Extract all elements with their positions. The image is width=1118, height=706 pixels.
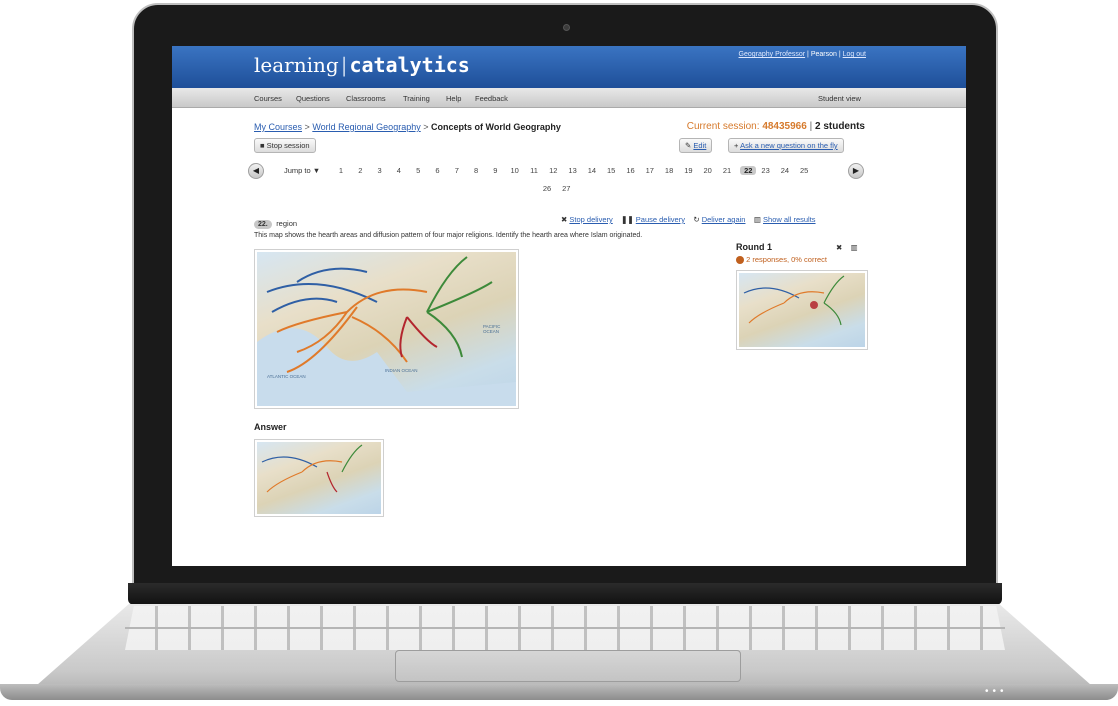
map-label-atlantic: ATLANTIC OCEAN [267,374,306,379]
page-number-3[interactable]: 3 [374,166,386,175]
world-religions-map[interactable]: ATLANTIC OCEAN INDIAN OCEAN PACIFIC OCEA… [257,252,516,406]
page-number-6[interactable]: 6 [432,166,444,175]
question-pager: 1 2 3 4 5 6 7 8 9 10 11 12 13 14 15 16 17 18 19 20 21 22 23 24 2… [172,46,966,206]
answer-map-image [257,442,381,514]
webcam [563,24,570,31]
bar-chart-icon[interactable]: ▥ [851,243,858,252]
page-number-2[interactable]: 2 [354,166,366,175]
route-green [823,302,842,326]
answer-heading: Answer [254,422,287,432]
page-number-7[interactable]: 7 [451,166,463,175]
round-responses-label: 2 responses, 0% correct [746,255,827,264]
laptop-hinge [128,583,1002,605]
route-red [406,316,438,348]
page-number-27[interactable]: 27 [560,184,572,193]
page-number-23[interactable]: 23 [760,166,772,175]
pause-delivery-link[interactable]: Pause delivery [636,215,685,224]
stop-delivery-link[interactable]: Stop delivery [569,215,612,224]
route-orange [748,302,785,324]
route-blue [296,267,368,283]
route-green [823,275,845,304]
route-blue [271,297,338,313]
laptop-front-edge [0,684,1118,700]
question-number: 22. [254,220,272,229]
question-actions: ✖ Stop delivery ❚❚ Pause delivery ↻ Deli… [561,215,816,224]
page-number-17[interactable]: 17 [644,166,656,175]
deliver-again-link[interactable]: Deliver again [702,215,746,224]
pause-icon: ❚❚ [621,215,634,224]
page-number-9[interactable]: 9 [489,166,501,175]
map-routes [257,256,516,406]
keyboard-row-divider [125,627,1005,629]
page-number-13[interactable]: 13 [567,166,579,175]
route-orange [346,288,428,313]
round-map-image [739,273,865,347]
route-green [426,311,463,358]
page-number-8[interactable]: 8 [470,166,482,175]
page-number-11[interactable]: 11 [528,166,540,175]
round-responses: 2 responses, 0% correct [736,255,827,265]
page-number-12[interactable]: 12 [547,166,559,175]
answer-map [254,439,384,517]
response-dot [736,256,744,265]
round-actions: ✖ ▥ [836,243,858,252]
route-red [399,316,408,358]
route-red [326,471,338,493]
route-orange [266,471,303,493]
close-icon[interactable]: ✖ [836,243,842,252]
route-blue [743,287,800,299]
arrow-right-icon: ▶ [852,166,860,175]
page-number-22[interactable]: 22 [740,166,757,175]
app-screen: learning | catalytics Geography Professor … [172,46,966,566]
question-tag: 22. region [254,213,297,231]
round-map-routes [743,275,845,326]
page-number-24[interactable]: 24 [779,166,791,175]
route-green [426,281,493,313]
round-title: Round 1 [736,242,772,252]
show-all-results-link[interactable]: Show all results [763,215,816,224]
page-number-1[interactable]: 1 [335,166,347,175]
page-number-5[interactable]: 5 [412,166,424,175]
route-blue [261,456,318,468]
page-number-4[interactable]: 4 [393,166,405,175]
page-number-20[interactable]: 20 [702,166,714,175]
refresh-icon: ↻ [693,215,700,224]
page-number-16[interactable]: 16 [625,166,637,175]
page-number-21[interactable]: 21 [721,166,733,175]
page-number-15[interactable]: 15 [605,166,617,175]
map-label-indian: INDIAN OCEAN [385,368,418,373]
close-icon: ✖ [561,215,568,224]
page-number-25[interactable]: 25 [798,166,810,175]
page-number-26[interactable]: 26 [541,184,553,193]
answer-map-routes [261,444,363,493]
route-orange [351,316,408,363]
route-green [341,444,363,473]
bar-chart-icon: ▥ [753,215,761,224]
question-type: region [276,219,298,228]
next-question-button[interactable]: ▶ [848,163,864,179]
page-number-10[interactable]: 10 [509,166,521,175]
map-label-pacific: PACIFIC OCEAN [483,324,501,334]
page-number-18[interactable]: 18 [663,166,675,175]
response-marker [810,301,818,309]
page-number-19[interactable]: 19 [682,166,694,175]
status-leds: ••• [985,686,1008,697]
trackpad [395,650,741,682]
page-number-14[interactable]: 14 [586,166,598,175]
round-results-map[interactable] [736,270,868,350]
question-prompt: This map shows the hearth areas and diff… [254,232,643,239]
region-map-question[interactable]: ATLANTIC OCEAN INDIAN OCEAN PACIFIC OCEA… [254,249,519,409]
